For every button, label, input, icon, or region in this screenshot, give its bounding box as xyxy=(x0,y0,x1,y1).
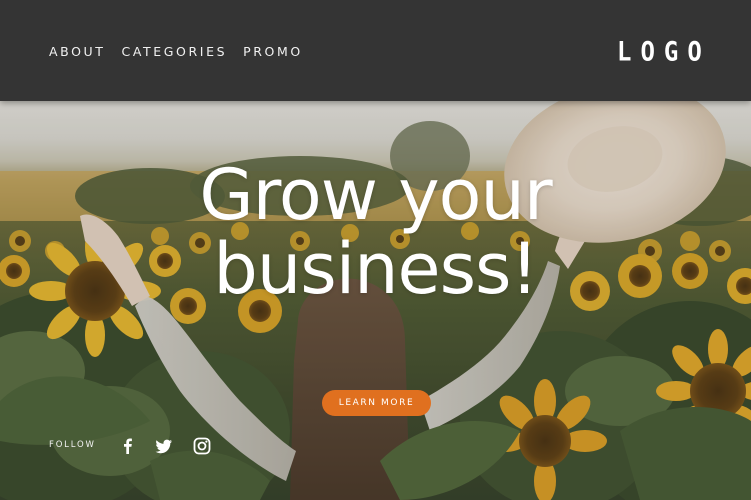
nav-links: ABOUT CATEGORIES PROMO xyxy=(49,44,319,59)
facebook-icon[interactable] xyxy=(118,436,138,456)
twitter-icon[interactable] xyxy=(154,436,174,456)
top-navbar: ABOUT CATEGORIES PROMO LOGO xyxy=(0,0,751,101)
logo[interactable]: LOGO xyxy=(617,36,711,67)
nav-link-promo[interactable]: PROMO xyxy=(243,44,303,59)
nav-link-about[interactable]: ABOUT xyxy=(49,44,106,59)
follow-label: FOLLOW xyxy=(49,440,96,450)
instagram-icon[interactable] xyxy=(192,436,212,456)
hero-headline-line1: Grow your xyxy=(199,154,552,236)
learn-more-button[interactable]: LEARN MORE xyxy=(322,390,431,416)
nav-link-categories[interactable]: CATEGORIES xyxy=(122,44,228,59)
hero-headline-line2: business! xyxy=(213,228,538,310)
